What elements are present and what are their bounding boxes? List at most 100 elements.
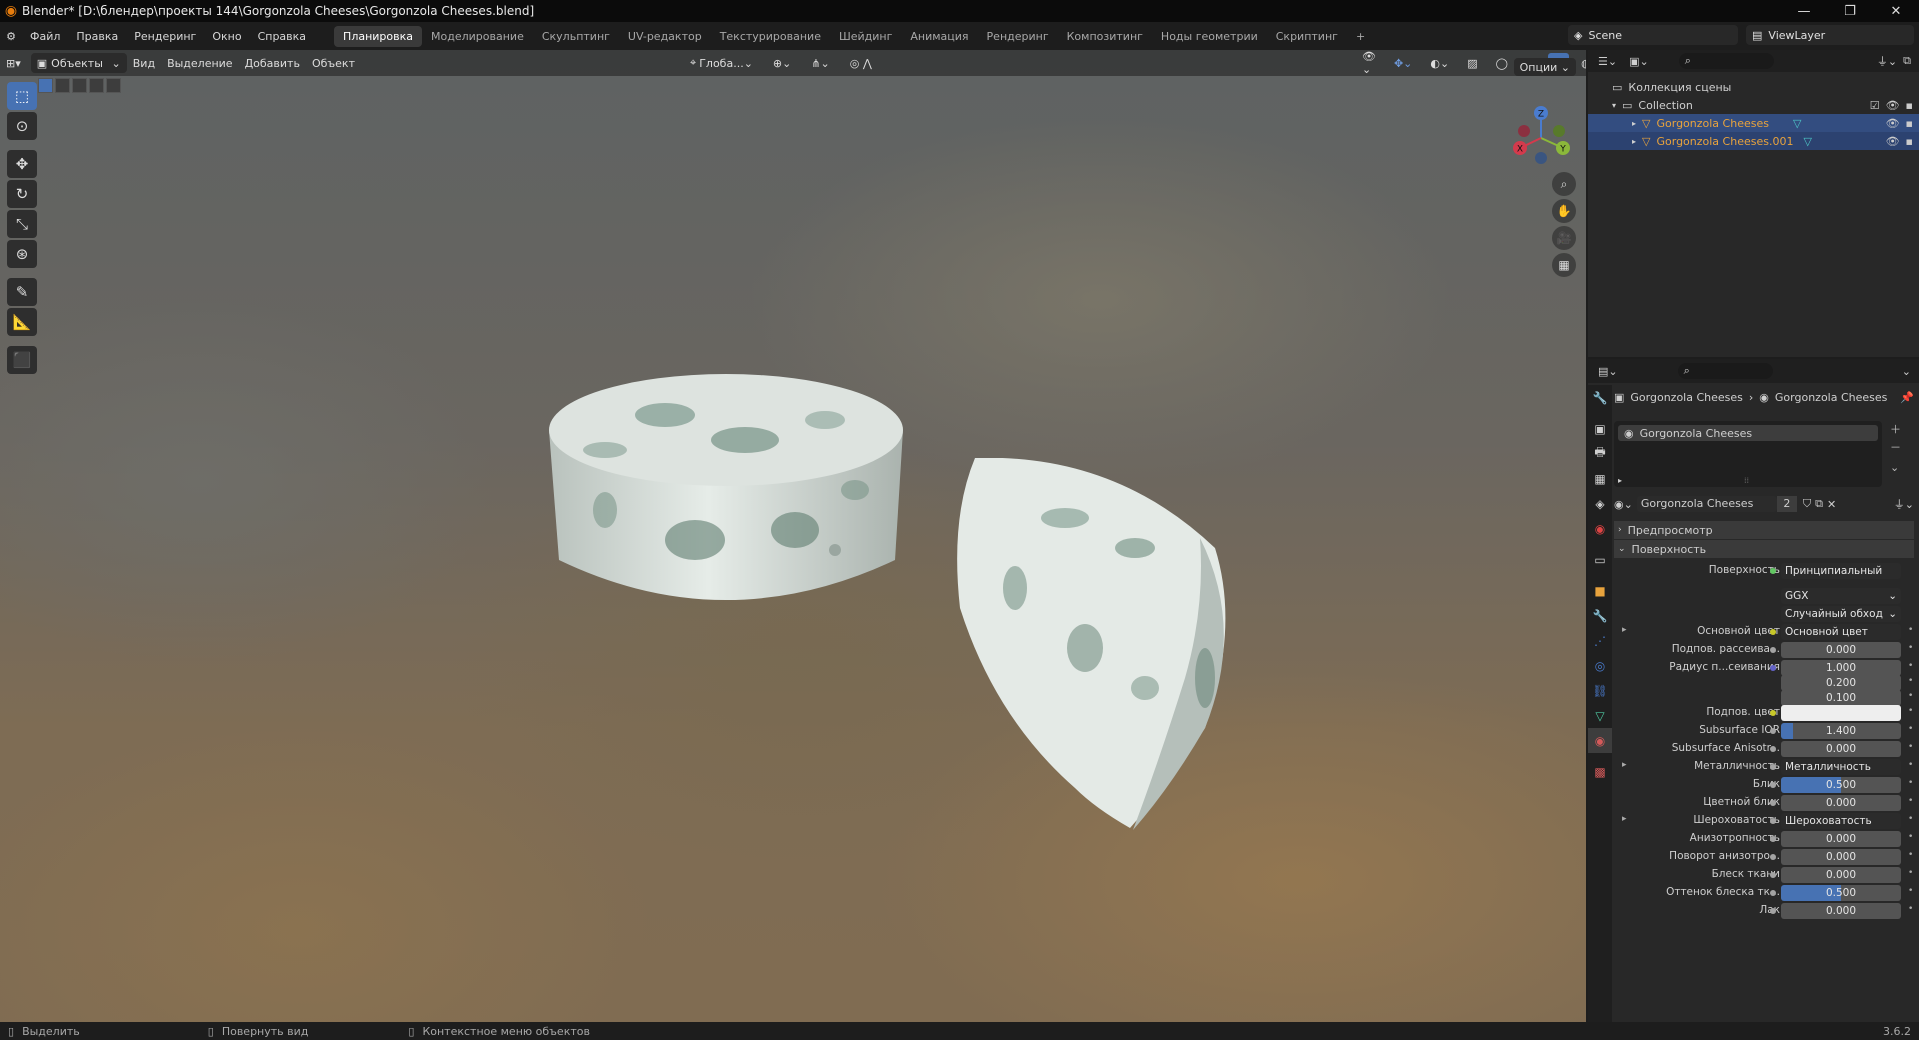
expand-arrow-icon[interactable]: ▸ (1618, 476, 1622, 485)
rotate-tool-icon[interactable]: ↻ (7, 180, 37, 208)
socket-icon[interactable] (1770, 872, 1776, 878)
keyframe-dot-icon[interactable]: • (1908, 850, 1913, 860)
remove-slot-icon[interactable]: － (1890, 439, 1901, 455)
snap-icon[interactable]: ⋔⌄ (805, 53, 835, 73)
resize-handle-icon[interactable]: ⁞⁞ (1744, 476, 1749, 485)
keyframe-dot-icon[interactable]: • (1908, 760, 1913, 770)
display-mode-icon[interactable]: ▣⌄ (1629, 55, 1649, 68)
cursor-tool-icon[interactable]: ⊙ (7, 112, 37, 140)
keyframe-dot-icon[interactable]: • (1908, 904, 1913, 914)
tab-sculpting[interactable]: Скульптинг (533, 26, 619, 47)
keyframe-dot-icon[interactable]: • (1908, 676, 1913, 686)
keyframe-dot-icon[interactable]: • (1908, 661, 1913, 671)
tab-shading[interactable]: Шейдинг (830, 26, 901, 47)
socket-icon[interactable] (1770, 710, 1776, 716)
cheese-wedge-object[interactable] (955, 458, 1255, 838)
new-collection-icon[interactable]: ⧉ (1903, 54, 1911, 68)
numeric-field[interactable]: 0.000 (1781, 642, 1901, 658)
numeric-field[interactable]: 0.000 (1781, 831, 1901, 847)
keyframe-dot-icon[interactable]: • (1908, 691, 1913, 701)
socket-icon[interactable] (1770, 629, 1776, 635)
distribution-dropdown[interactable]: GGX ⌄ (1781, 588, 1901, 604)
numeric-field[interactable]: 0.000 (1781, 795, 1901, 811)
select-invert-icon[interactable] (89, 78, 104, 93)
camera-icon[interactable]: 🎥 (1552, 226, 1576, 250)
tab-rendering[interactable]: Рендеринг (978, 26, 1058, 47)
cheese-wheel-object[interactable] (545, 370, 905, 620)
navigation-gizmo[interactable]: Z Y X (1506, 100, 1576, 170)
shading-wireframe-icon[interactable]: ◯ (1490, 53, 1514, 73)
tab-geometry-nodes[interactable]: Ноды геометрии (1152, 26, 1267, 47)
outliner-object-row[interactable]: ▸ ▽ Gorgonzola Cheeses ▽ 👁 ▪ (1588, 114, 1919, 132)
particles-tab-icon[interactable]: ⋰ (1588, 628, 1612, 653)
fake-user-icon[interactable]: ⛉ (1803, 497, 1811, 511)
constraints-tab-icon[interactable]: ⛓ (1588, 678, 1612, 703)
socket-icon[interactable] (1770, 782, 1776, 788)
material-slot-row[interactable]: ◉ Gorgonzola Cheeses (1618, 425, 1878, 441)
menu-file[interactable]: Файл (22, 30, 68, 43)
editor-type-icon[interactable]: ☰⌄ (1598, 55, 1617, 68)
expand-arrow-icon[interactable]: ▸ (1632, 119, 1636, 128)
tab-scripting[interactable]: Скриптинг (1267, 26, 1347, 47)
material-browse-icon[interactable]: ◉⌄ (1614, 498, 1633, 511)
color-swatch[interactable] (1781, 705, 1901, 721)
expand-arrow-icon[interactable]: ▸ (1622, 814, 1627, 824)
camera-render-icon[interactable]: ▪ (1906, 117, 1913, 130)
neg-z-axis-icon[interactable] (1535, 152, 1547, 164)
keyframe-dot-icon[interactable]: • (1908, 778, 1913, 788)
add-slot-icon[interactable]: ＋ (1890, 421, 1901, 437)
socket-icon[interactable] (1770, 854, 1776, 860)
object-tab-icon[interactable]: ■ (1588, 578, 1612, 603)
render-tab-icon[interactable]: ▣ (1588, 416, 1612, 441)
minimize-button[interactable]: — (1781, 0, 1827, 22)
editor-type-icon[interactable]: ▤⌄ (1598, 365, 1618, 378)
measure-tool-icon[interactable]: 📐 (7, 308, 37, 336)
menu-add[interactable]: Добавить (239, 53, 306, 73)
eye-icon[interactable]: 👁 (1886, 117, 1900, 130)
select-intersect-icon[interactable] (106, 78, 121, 93)
tab-texture-paint[interactable]: Текстурирование (711, 26, 830, 47)
socket-icon[interactable] (1770, 818, 1776, 824)
numeric-field[interactable]: 0.500 (1781, 885, 1901, 901)
numeric-field[interactable]: 0.500 (1781, 777, 1901, 793)
proportional-editing-icon[interactable]: ◎ ⋀ (844, 53, 878, 73)
close-button[interactable]: ✕ (1873, 0, 1919, 22)
unlink-icon[interactable]: ✕ (1827, 498, 1836, 511)
select-extend-icon[interactable] (55, 78, 70, 93)
blender-menu-icon[interactable]: ⚙ (0, 30, 22, 43)
texture-tab-icon[interactable]: ▩ (1588, 759, 1612, 784)
options-dropdown[interactable]: Опции ⌄ (1513, 58, 1576, 76)
keyframe-dot-icon[interactable]: • (1908, 886, 1913, 896)
scene-tab-icon[interactable]: ◈ (1588, 491, 1612, 516)
3d-viewport[interactable]: ⊞▾ ▣ Объекты ⌄ Вид Выделение Добавить Об… (0, 50, 1586, 1022)
socket-icon[interactable] (1770, 665, 1776, 671)
data-tab-icon[interactable]: ▽ (1588, 703, 1612, 728)
surface-section-header[interactable]: ⌄ Поверхность (1614, 540, 1914, 558)
outliner-collection[interactable]: ▾ ▭ Collection ☑ 👁 ▪ (1588, 96, 1919, 114)
tool-tab-icon[interactable]: 🔧 (1588, 385, 1612, 410)
linked-input-field[interactable]: Шероховатость (1781, 813, 1901, 829)
neg-y-axis-icon[interactable] (1553, 125, 1565, 137)
socket-icon[interactable] (1770, 764, 1776, 770)
add-cube-tool-icon[interactable]: ⬛ (7, 346, 37, 374)
outliner-scene-collection[interactable]: ▭ Коллекция сцены (1588, 78, 1919, 96)
socket-icon[interactable] (1770, 908, 1776, 914)
numeric-field[interactable]: 0.000 (1781, 867, 1901, 883)
output-tab-icon[interactable]: 🖶 (1588, 441, 1612, 466)
user-count-badge[interactable]: 2 (1776, 496, 1797, 512)
menu-object[interactable]: Объект (306, 53, 361, 73)
eye-icon[interactable]: 👁 (1886, 99, 1900, 112)
world-tab-icon[interactable]: ◉ (1588, 516, 1612, 541)
maximize-button[interactable]: ❐ (1827, 0, 1873, 22)
outliner-search-input[interactable]: ⌕ (1678, 53, 1774, 69)
mode-dropdown[interactable]: ▣ Объекты ⌄ (30, 53, 127, 73)
visibility-icon[interactable]: 👁⌄ (1356, 50, 1382, 76)
scale-tool-icon[interactable]: ⤡ (7, 210, 37, 238)
properties-search-input[interactable]: ⌕ (1677, 363, 1773, 379)
tab-layout[interactable]: Планировка (334, 25, 423, 47)
transform-tool-icon[interactable]: ⊛ (7, 240, 37, 268)
preview-section-header[interactable]: › Предпросмотр (1614, 521, 1914, 539)
move-tool-icon[interactable]: ✥ (7, 150, 37, 178)
numeric-field[interactable]: 0.000 (1781, 903, 1901, 919)
keyframe-dot-icon[interactable]: • (1908, 868, 1913, 878)
